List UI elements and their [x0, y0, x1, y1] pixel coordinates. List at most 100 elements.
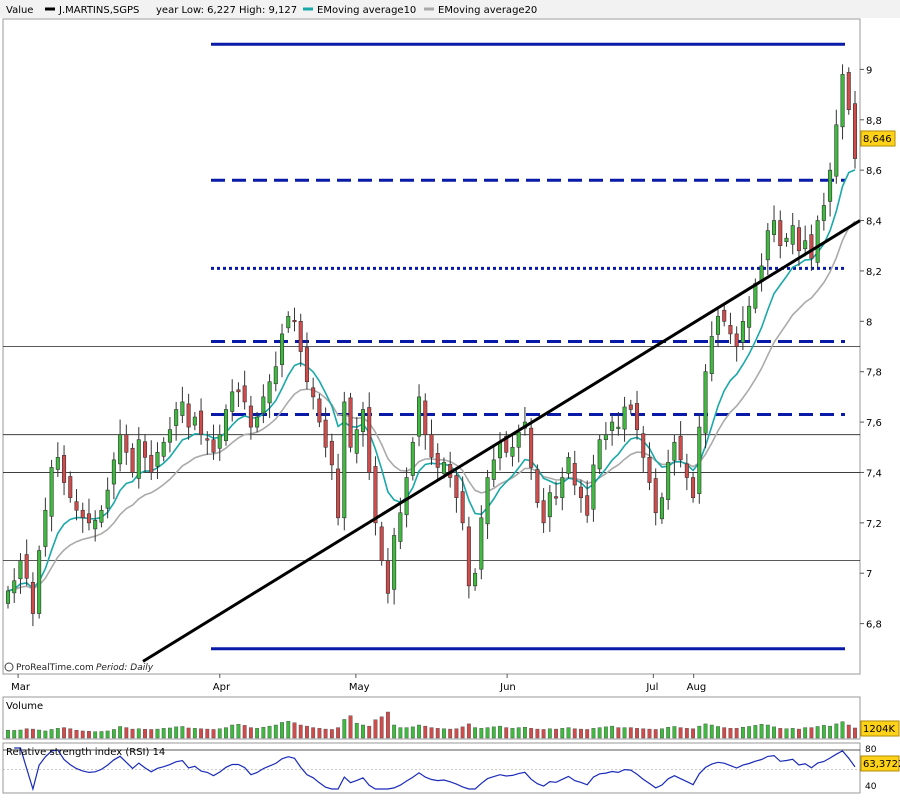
candle-body-104	[653, 478, 658, 514]
volume-bar-47	[298, 724, 303, 739]
volume-bar-26	[168, 727, 172, 739]
candle-body-132	[828, 169, 833, 202]
candle-body-29	[186, 403, 191, 428]
volume-bar-114	[716, 726, 720, 739]
volume-bar-50	[317, 728, 322, 739]
x-month-label-3: Jun	[499, 682, 516, 693]
volume-bar-109	[684, 728, 689, 739]
volume-bar-70	[442, 728, 446, 739]
candle-body-102	[641, 433, 646, 458]
volume-bar-79	[498, 725, 502, 739]
volume-bar-125	[784, 728, 789, 739]
candle-body-8	[55, 457, 60, 470]
header-value-label: Value	[6, 5, 33, 16]
volume-bar-19	[124, 727, 129, 739]
candle-body-123	[772, 220, 777, 235]
y-tick-label-10: 7	[866, 569, 872, 580]
volume-bar-7	[49, 729, 54, 739]
y-tick-label-7: 7,6	[866, 418, 882, 429]
candle-body-89	[560, 477, 565, 498]
candle-body-60	[379, 526, 384, 561]
candle-body-115	[722, 309, 727, 322]
volume-bar-93	[585, 729, 590, 739]
volume-bar-91	[572, 728, 577, 739]
candle-body-118	[740, 321, 745, 343]
volume-label: Volume	[6, 701, 43, 712]
volume-bar-55	[348, 715, 353, 739]
volume-bar-84	[529, 728, 534, 739]
y-tick-label-11: 6,8	[866, 620, 882, 631]
volume-bar-12	[80, 730, 85, 739]
volume-bar-49	[311, 727, 316, 739]
candle-body-111	[697, 426, 702, 494]
candle-body-114	[715, 315, 720, 335]
candle-body-135	[846, 72, 851, 110]
volume-bar-88	[554, 728, 558, 739]
volume-bar-113	[709, 724, 714, 739]
candle-body-70	[441, 462, 446, 474]
volume-bar-0	[6, 730, 10, 739]
volume-bar-14	[93, 731, 98, 739]
candle-body-101	[635, 403, 640, 430]
candle-body-30	[192, 416, 197, 426]
volume-bar-134	[840, 721, 845, 739]
volume-bar-11	[74, 730, 79, 739]
candle-body-28	[180, 401, 185, 416]
volume-bar-103	[647, 728, 652, 739]
volume-bar-59	[373, 719, 378, 739]
volume-bar-120	[753, 725, 758, 739]
candle-body-35	[223, 409, 228, 442]
volume-bar-65	[410, 726, 415, 739]
volume-bar-110	[691, 728, 695, 739]
volume-bar-121	[759, 724, 764, 739]
candle-body-51	[323, 419, 328, 448]
candle-body-85	[535, 469, 540, 503]
volume-bar-131	[821, 725, 826, 739]
candle-body-78	[491, 459, 496, 480]
volume-bar-106	[666, 727, 671, 739]
volume-bar-5	[37, 729, 42, 739]
candle-body-2	[18, 560, 23, 580]
candle-body-130	[815, 220, 820, 263]
symbol-legend-label: J.MARTINS,SGPS	[58, 5, 139, 16]
candle-body-24	[155, 452, 160, 467]
volume-bar-53	[336, 727, 340, 739]
candle-body-5	[37, 550, 42, 614]
candle-body-50	[317, 398, 322, 423]
volume-bar-82	[516, 727, 521, 739]
candle-body-93	[585, 495, 590, 516]
candle-body-63	[398, 512, 403, 542]
volume-bar-72	[454, 728, 459, 739]
volume-bar-101	[635, 728, 639, 739]
volume-bar-76	[479, 728, 484, 739]
volume-bar-60	[379, 716, 384, 739]
volume-bar-18	[118, 726, 123, 739]
volume-bar-28	[180, 726, 185, 739]
y-tick-label-2: 8,6	[866, 166, 882, 177]
candle-body-117	[734, 333, 739, 347]
volume-bar-4	[30, 728, 35, 739]
candle-body-68	[429, 434, 434, 458]
candle-body-44	[280, 333, 285, 365]
volume-bar-67	[423, 725, 428, 739]
candle-body-105	[659, 497, 664, 520]
candle-body-129	[809, 234, 814, 259]
candle-body-10	[68, 476, 73, 498]
candle-body-92	[578, 486, 583, 498]
x-month-label-0: Mar	[11, 682, 31, 693]
candle-body-3	[24, 554, 29, 579]
volume-bar-85	[535, 728, 540, 739]
volume-bar-122	[765, 724, 770, 739]
candle-body-112	[703, 371, 708, 434]
candle-body-26	[167, 429, 172, 443]
candle-body-84	[529, 427, 534, 468]
volume-bar-58	[367, 725, 372, 739]
volume-bar-52	[329, 729, 334, 739]
volume-bar-43	[273, 724, 278, 739]
candle-body-108	[678, 435, 683, 461]
y-tick-label-4: 8,2	[866, 267, 882, 278]
candle-body-116	[728, 325, 733, 335]
credit-period: Period: Daily	[96, 663, 154, 673]
volume-bar-17	[111, 729, 116, 739]
volume-bar-135	[846, 724, 851, 739]
